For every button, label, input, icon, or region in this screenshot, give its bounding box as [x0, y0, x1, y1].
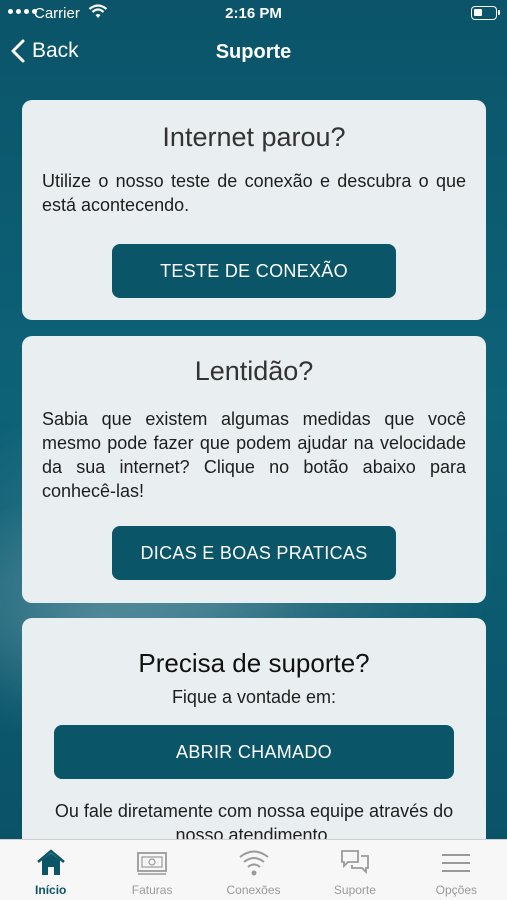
tab-opcoes[interactable]: Opções [406, 840, 507, 900]
tips-button[interactable]: DICAS E BOAS PRATICAS [112, 526, 396, 580]
tab-label: Opções [435, 883, 477, 897]
slowness-card: Lentidão? Sabia que existem algumas medi… [22, 336, 486, 603]
support-card-title: Precisa de suporte? [138, 648, 370, 678]
menu-icon [442, 854, 471, 872]
chat-icon [341, 850, 369, 875]
navigation-bar: Back Suporte [0, 30, 507, 74]
internet-card-body: Utilize o nosso teste de conexão e descu… [42, 171, 466, 215]
connection-test-button[interactable]: TESTE DE CONEXÃO [112, 244, 396, 298]
tab-bar: Início Faturas Conexões Suporte Opções [0, 839, 507, 900]
tab-label: Início [35, 883, 67, 897]
battery-icon [471, 6, 500, 20]
wifi-icon [238, 850, 269, 876]
open-ticket-button[interactable]: ABRIR CHAMADO [54, 725, 454, 779]
internet-card-title: Internet parou? [162, 122, 346, 152]
slowness-card-body: Sabia que existem algumas medidas que vo… [42, 409, 466, 501]
slowness-card-title: Lentidão? [194, 356, 314, 386]
internet-card: Internet parou? Utilize o nosso teste de… [22, 100, 486, 320]
support-card-subtitle: Fique a vontade em: [171, 687, 337, 707]
bill-icon [137, 852, 168, 875]
status-bar: Carrier 2:16 PM [0, 0, 507, 30]
page-title: Suporte [215, 41, 292, 63]
tab-suporte[interactable]: Suporte [304, 840, 405, 900]
clock: 2:16 PM [225, 5, 282, 22]
tab-label: Suporte [333, 883, 376, 897]
tab-faturas[interactable]: Faturas [101, 840, 202, 900]
tab-conexoes[interactable]: Conexões [203, 840, 304, 900]
home-icon [36, 849, 65, 875]
tab-label: Faturas [131, 883, 173, 897]
tab-inicio[interactable]: Início [0, 840, 101, 900]
tab-label: Conexões [226, 883, 281, 897]
